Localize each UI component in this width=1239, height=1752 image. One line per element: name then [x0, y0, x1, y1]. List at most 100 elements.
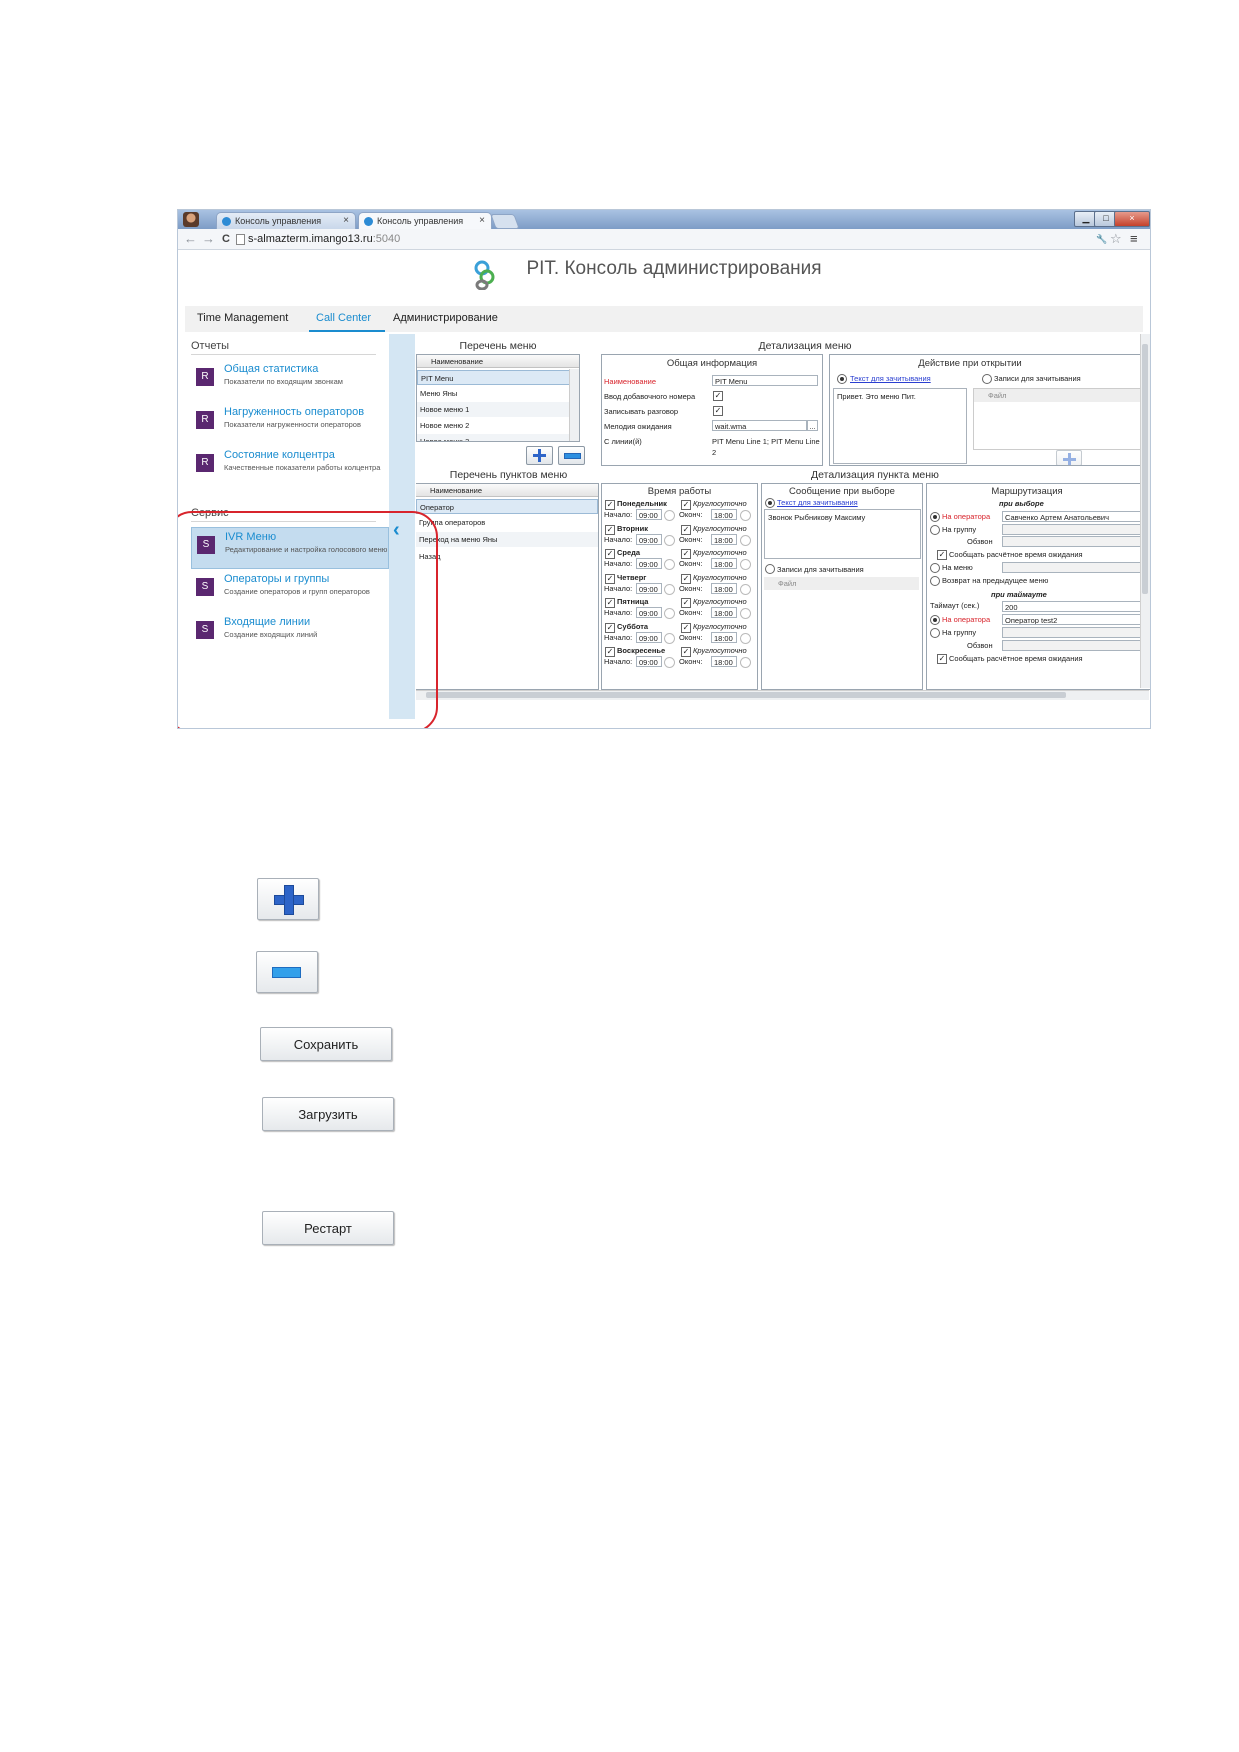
- timeout-group-radio[interactable]: [930, 628, 940, 638]
- end-time-field[interactable]: 18:00: [711, 656, 737, 667]
- record-checkbox[interactable]: ✓: [713, 406, 723, 416]
- clock-icon[interactable]: [740, 583, 751, 595]
- day-checkbox[interactable]: ✓: [605, 549, 615, 559]
- route-operator-radio[interactable]: [930, 512, 940, 522]
- table-row[interactable]: Оператор: [416, 499, 598, 514]
- table-row[interactable]: Новое меню 2: [417, 418, 579, 433]
- menu-name-field[interactable]: PIT Menu: [712, 375, 818, 386]
- clock-icon[interactable]: [664, 608, 675, 619]
- text-option-label[interactable]: Текст для зачитывания: [850, 374, 931, 383]
- url-input[interactable]: s-almazterm.imango13.ru:5040: [248, 232, 400, 246]
- remove-button[interactable]: [256, 951, 318, 993]
- around-clock-checkbox[interactable]: ✓: [681, 598, 691, 608]
- browse-button[interactable]: ...: [807, 420, 818, 431]
- timeout-operator-label[interactable]: На оператора: [942, 615, 990, 624]
- table-row[interactable]: Новое меню 3: [417, 434, 579, 441]
- start-time-field[interactable]: 09:00: [636, 631, 662, 643]
- save-button[interactable]: Сохранить: [260, 1027, 392, 1061]
- horizontal-scrollbar[interactable]: [416, 690, 1149, 700]
- clock-icon[interactable]: [664, 632, 675, 644]
- timeout-operator-radio[interactable]: [930, 615, 940, 625]
- clock-icon[interactable]: [664, 510, 675, 521]
- menu-select[interactable]: [1002, 562, 1150, 573]
- message-textarea[interactable]: Звонок Рыбникову Максиму: [764, 509, 921, 559]
- sidebar-item-callcenter-state[interactable]: R Состояние колцентра Качественные показ…: [191, 446, 387, 486]
- browser-menu-icon[interactable]: ≡: [1130, 231, 1138, 247]
- table-row[interactable]: Переход на меню Яны: [416, 532, 598, 547]
- start-time-field[interactable]: 09:00: [636, 558, 662, 569]
- records-option-label[interactable]: Записи для зачитывания: [994, 374, 1081, 383]
- end-time-field[interactable]: 18:00: [711, 509, 737, 520]
- message-text-option[interactable]: Текст для зачитывания: [777, 498, 858, 507]
- end-time-field[interactable]: 18:00: [711, 558, 737, 569]
- around-clock-checkbox[interactable]: ✓: [681, 622, 691, 633]
- text-option-radio[interactable]: [837, 374, 847, 384]
- restart-button[interactable]: Рестарт: [262, 1211, 394, 1245]
- add-record-button[interactable]: [1056, 450, 1082, 465]
- new-tab-button[interactable]: [490, 214, 520, 229]
- wait-time-checkbox[interactable]: ✓: [937, 550, 947, 560]
- forward-icon[interactable]: →: [202, 231, 215, 247]
- clock-icon[interactable]: [740, 559, 751, 570]
- start-time-field[interactable]: 09:00: [636, 533, 662, 545]
- timeout-operator-select[interactable]: Оператор test2: [1002, 614, 1150, 625]
- end-time-field[interactable]: 18:00: [711, 582, 737, 594]
- melody-field[interactable]: wait.wma: [712, 420, 807, 431]
- ring-select[interactable]: [1002, 536, 1150, 547]
- load-button[interactable]: Загрузить: [262, 1097, 394, 1131]
- table-row[interactable]: Назад: [416, 549, 598, 564]
- horizontal-scroll-thumb[interactable]: [426, 692, 1066, 698]
- add-button[interactable]: [257, 878, 319, 920]
- route-menu-label[interactable]: На меню: [942, 563, 973, 572]
- around-clock-checkbox[interactable]: ✓: [681, 500, 691, 510]
- wrench-icon[interactable]: 🔧: [1096, 231, 1107, 247]
- day-checkbox[interactable]: ✓: [605, 573, 615, 584]
- route-operator-label[interactable]: На оператора: [942, 512, 990, 521]
- menu-time-management[interactable]: Time Management: [197, 312, 288, 324]
- start-time-field[interactable]: 09:00: [636, 656, 662, 667]
- table-row[interactable]: Меню Яны: [417, 386, 579, 401]
- table-row[interactable]: Группа операторов: [416, 515, 598, 530]
- start-time-field[interactable]: 09:00: [636, 582, 662, 594]
- day-checkbox[interactable]: ✓: [605, 647, 615, 657]
- route-group-label[interactable]: На группу: [942, 525, 976, 534]
- around-clock-checkbox[interactable]: ✓: [681, 573, 691, 584]
- message-records-option[interactable]: Записи для зачитывания: [777, 565, 864, 574]
- list-scrollbar[interactable]: [569, 369, 579, 441]
- route-back-radio[interactable]: [930, 576, 940, 586]
- around-clock-checkbox[interactable]: ✓: [681, 549, 691, 559]
- clock-icon[interactable]: [740, 632, 751, 644]
- records-option-radio[interactable]: [982, 374, 992, 384]
- timeout-ring-select[interactable]: [1002, 640, 1150, 651]
- sidebar-item-operator-load[interactable]: R Нагруженность операторов Показатели на…: [191, 403, 387, 443]
- clock-icon[interactable]: [664, 583, 675, 595]
- message-records-radio[interactable]: [765, 564, 775, 574]
- clock-icon[interactable]: [664, 534, 675, 546]
- end-time-field[interactable]: 18:00: [711, 607, 737, 618]
- table-row[interactable]: PIT Menu: [417, 370, 579, 385]
- timeout-wait-time-checkbox[interactable]: ✓: [937, 654, 947, 664]
- end-time-field[interactable]: 18:00: [711, 631, 737, 643]
- end-time-field[interactable]: 18:00: [711, 533, 737, 545]
- remove-menu-button[interactable]: [558, 446, 585, 465]
- day-checkbox[interactable]: ✓: [605, 524, 615, 535]
- menu-administration[interactable]: Администрирование: [393, 312, 498, 324]
- message-text-radio[interactable]: [765, 498, 775, 508]
- tab-close-icon[interactable]: ×: [343, 213, 349, 229]
- route-group-radio[interactable]: [930, 525, 940, 535]
- ext-number-checkbox[interactable]: ✓: [713, 391, 723, 401]
- clock-icon[interactable]: [740, 510, 751, 521]
- operator-select[interactable]: Савченко Артем Анатольевич: [1002, 511, 1150, 522]
- timeout-field[interactable]: 200: [1002, 601, 1150, 612]
- star-icon[interactable]: ☆: [1110, 231, 1122, 247]
- sidebar-item-general-stats[interactable]: R Общая статистика Показатели по входящи…: [191, 360, 387, 400]
- wait-time-label[interactable]: Сообщать расчётное время ожидания: [949, 550, 1083, 559]
- menu-call-center[interactable]: Call Center: [316, 312, 371, 324]
- start-time-field[interactable]: 09:00: [636, 509, 662, 520]
- tab-close-icon[interactable]: ×: [479, 213, 485, 229]
- timeout-wait-time-label[interactable]: Сообщать расчётное время ожидания: [949, 654, 1083, 663]
- browser-tab-2[interactable]: Консоль управления ×: [358, 212, 492, 229]
- reload-icon[interactable]: C: [222, 231, 230, 247]
- greeting-textarea[interactable]: Привет. Это меню Пит.: [833, 388, 967, 464]
- clock-icon[interactable]: [740, 657, 751, 668]
